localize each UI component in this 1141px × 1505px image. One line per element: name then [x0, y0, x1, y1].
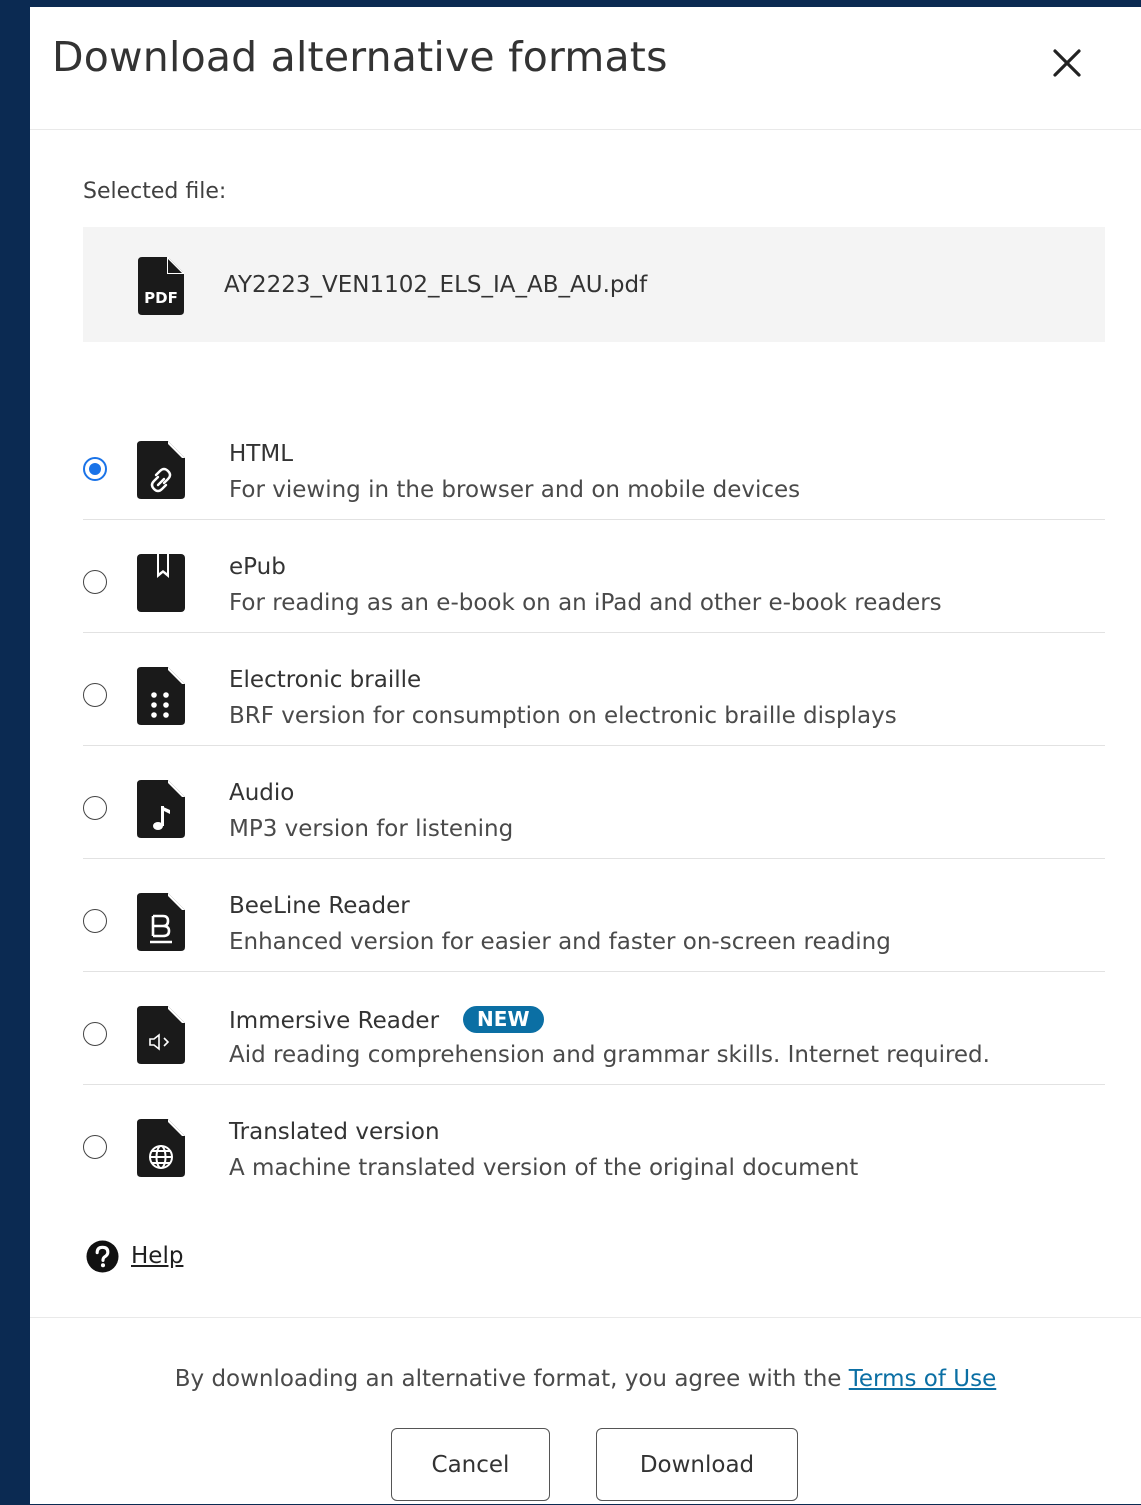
format-radio-beeline[interactable]: [83, 909, 107, 933]
close-button[interactable]: [1045, 41, 1089, 85]
download-button[interactable]: Download: [596, 1428, 798, 1501]
dialog-footer: By downloading an alternative format, yo…: [30, 1317, 1141, 1505]
format-title: BeeLine Reader: [229, 893, 410, 919]
help-label[interactable]: Help: [131, 1243, 183, 1269]
format-description: For viewing in the browser and on mobile…: [229, 477, 801, 503]
beeline-file-icon: [137, 893, 185, 951]
format-title: Audio: [229, 780, 295, 806]
format-title: ePub: [229, 554, 286, 580]
format-option-translated[interactable]: Translated version A machine translated …: [83, 1085, 1105, 1197]
selected-file-name: AY2223_VEN1102_ELS_IA_AB_AU.pdf: [224, 272, 648, 298]
format-options-list: HTML For viewing in the browser and on m…: [83, 407, 1105, 1197]
selected-file-box: PDF AY2223_VEN1102_ELS_IA_AB_AU.pdf: [83, 227, 1105, 342]
braille-file-icon: [137, 667, 185, 725]
help-link[interactable]: Help: [86, 1239, 183, 1273]
format-radio-braille[interactable]: [83, 683, 107, 707]
format-description: A machine translated version of the orig…: [229, 1155, 859, 1181]
immersive-reader-file-icon: [137, 1006, 185, 1064]
format-title: Translated version: [229, 1119, 440, 1145]
format-radio-translated[interactable]: [83, 1135, 107, 1159]
terms-of-use-link[interactable]: Terms of Use: [849, 1366, 997, 1392]
format-title: Immersive Reader NEW: [229, 1006, 544, 1034]
format-description: Enhanced version for easier and faster o…: [229, 929, 891, 955]
format-option-html[interactable]: HTML For viewing in the browser and on m…: [83, 407, 1105, 520]
format-option-audio[interactable]: Audio MP3 version for listening: [83, 746, 1105, 859]
html-link-file-icon: [137, 441, 185, 499]
format-option-beeline[interactable]: BeeLine Reader Enhanced version for easi…: [83, 859, 1105, 972]
format-radio-html[interactable]: [83, 457, 107, 481]
format-option-epub[interactable]: ePub For reading as an e-book on an iPad…: [83, 520, 1105, 633]
format-description: Aid reading comprehension and grammar sk…: [229, 1042, 990, 1068]
format-radio-audio[interactable]: [83, 796, 107, 820]
translated-globe-file-icon: [137, 1119, 185, 1177]
format-title: HTML: [229, 441, 294, 467]
close-icon: [1053, 49, 1081, 77]
format-description: MP3 version for listening: [229, 816, 514, 842]
format-title: Electronic braille: [229, 667, 422, 693]
terms-prefix: By downloading an alternative format, yo…: [174, 1366, 849, 1392]
format-title-text: Immersive Reader: [229, 1008, 440, 1034]
download-formats-dialog: Download alternative formats Selected fi…: [30, 7, 1141, 1504]
format-option-braille[interactable]: Electronic braille BRF version for consu…: [83, 633, 1105, 746]
format-option-immersive-reader[interactable]: Immersive Reader NEW Aid reading comprehe…: [83, 972, 1105, 1085]
new-badge: NEW: [463, 1006, 544, 1033]
format-radio-immersive-reader[interactable]: [83, 1022, 107, 1046]
cancel-button[interactable]: Cancel: [391, 1428, 550, 1501]
format-description: For reading as an e-book on an iPad and …: [229, 590, 942, 616]
dialog-title: Download alternative formats: [52, 33, 668, 81]
help-question-icon: [86, 1239, 119, 1273]
epub-book-icon: [137, 554, 185, 612]
terms-notice: By downloading an alternative format, yo…: [30, 1366, 1141, 1392]
pdf-file-icon: PDF: [138, 257, 184, 315]
selected-file-label: Selected file:: [83, 179, 227, 204]
pdf-file-type-text: PDF: [144, 289, 178, 307]
dialog-header: Download alternative formats: [30, 7, 1141, 130]
audio-file-icon: [137, 780, 185, 838]
format-radio-epub[interactable]: [83, 570, 107, 594]
format-description: BRF version for consumption on electroni…: [229, 703, 897, 729]
